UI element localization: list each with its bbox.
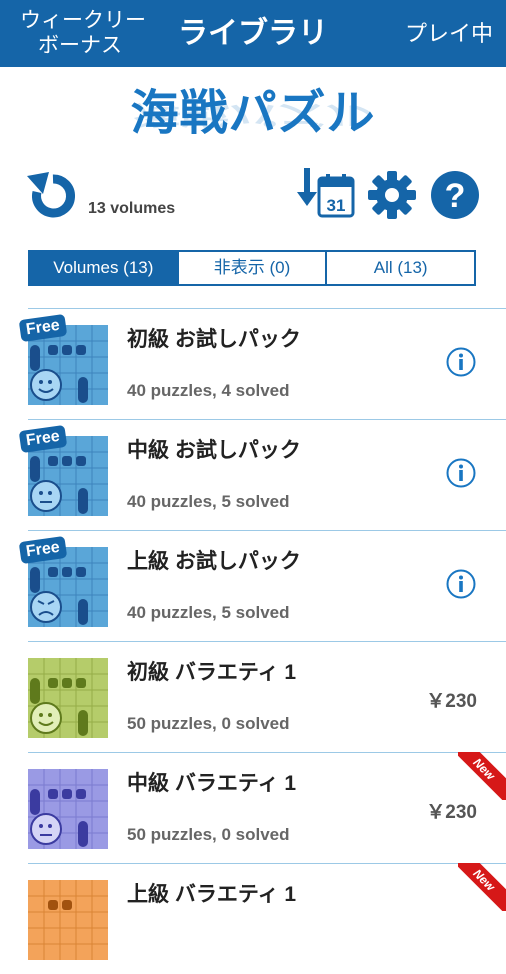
svg-text:?: ? [445,177,466,215]
help-icon[interactable]: ? [430,170,480,220]
tab-volumes[interactable]: Volumes (13) [30,252,179,284]
volume-filter-tabs: Volumes (13) 非表示 (0) All (13) [28,250,476,286]
info-icon[interactable] [446,347,476,377]
list-item[interactable]: 上級 バラエティ 1 New [28,863,506,974]
list-item[interactable]: Free 初級 お試しパック 40 puzzles, 4 solved [18,308,506,419]
volume-name: 上級 バラエティ 1 [127,883,297,906]
tab-hidden[interactable]: 非表示 (0) [179,252,328,284]
list-item[interactable]: Free 上級 お試しパック 40 puzzles, 5 solved [18,530,506,641]
volume-name: 中級 バラエティ 1 [127,772,297,795]
info-icon[interactable] [446,458,476,488]
volume-stats: 40 puzzles, 5 solved [127,492,290,511]
new-ribbon-label: New [458,752,506,800]
page-title: ライブラリ [178,17,328,50]
new-ribbon: New [458,752,506,800]
weekly-bonus-label-line2: ボーナス [38,34,122,57]
volume-name: 初級 バラエティ 1 [127,661,297,684]
price-button[interactable]: ￥230 [426,686,477,713]
volume-name: 初級 お試しパック [127,328,301,351]
weekly-bonus-label-line1: ウィークリー [20,9,146,32]
weekly-bonus-button[interactable]: ウィークリー ボーナス [20,8,146,58]
puzzle-thumbnail [28,658,108,738]
puzzle-thumbnail [28,769,108,849]
logo-reflection: 海戦パズル [132,99,373,129]
list-item[interactable]: 初級 バラエティ 1 50 puzzles, 0 solved ￥230 [28,641,506,752]
now-playing-button[interactable]: プレイ中 [405,20,493,48]
top-bar: ウィークリー ボーナス ライブラリ プレイ中 [0,0,506,67]
app-logo: 海戦パズル 海戦パズル [0,84,506,144]
volume-name: 上級 お試しパック [127,550,301,573]
volume-stats: 40 puzzles, 4 solved [127,381,290,400]
volume-name: 中級 お試しパック [127,439,301,462]
calendar-day: 31 [327,196,346,215]
settings-gear-icon[interactable] [367,170,417,220]
info-icon[interactable] [446,569,476,599]
list-item[interactable]: 中級 バラエティ 1 50 puzzles, 0 solved ￥230 New [28,752,506,863]
volumes-count: 13 volumes [88,200,176,217]
list-item[interactable]: Free 中級 お試しパック 40 puzzles, 5 solved [18,419,506,530]
tab-all[interactable]: All (13) [327,252,474,284]
new-ribbon: New [458,863,506,911]
volume-stats: 40 puzzles, 5 solved [127,603,290,622]
new-ribbon-label: New [458,863,506,911]
puzzle-thumbnail [28,880,108,960]
volume-stats: 50 puzzles, 0 solved [127,714,290,733]
volume-list: Free 初級 お試しパック 40 puzzles, 4 solved Free… [18,308,506,974]
refresh-icon[interactable] [27,170,79,222]
price-button[interactable]: ￥230 [426,797,477,824]
sort-by-date-icon[interactable]: 31 [297,166,357,222]
volume-stats: 50 puzzles, 0 solved [127,825,290,844]
